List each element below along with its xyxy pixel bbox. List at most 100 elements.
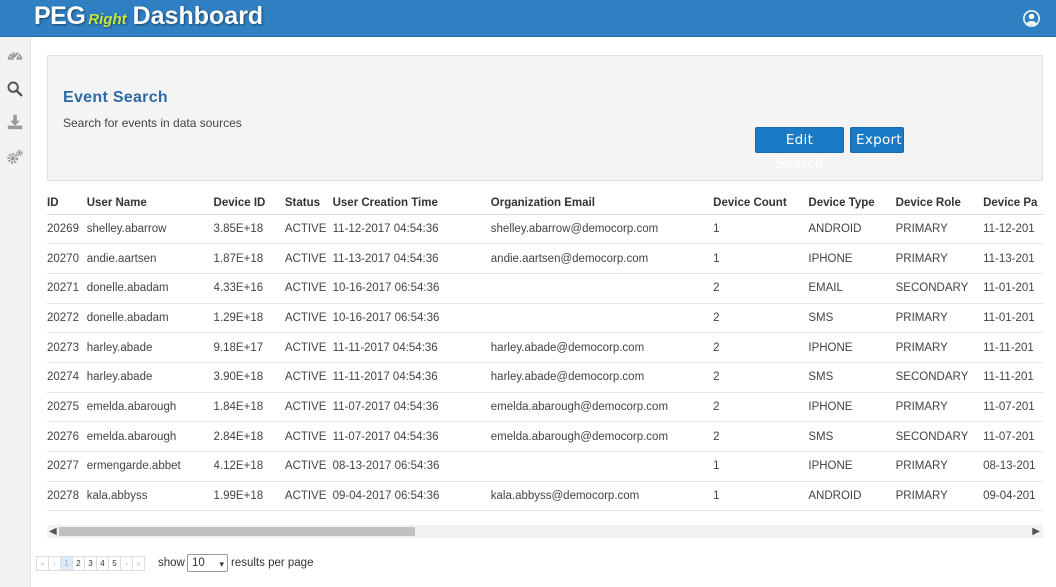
per-page-select[interactable]: 10 ▾	[187, 554, 228, 572]
table-cell: 11-13-201	[983, 243, 1043, 274]
table-row[interactable]: 20277 ermengarde.abbet 4.12E+18 ACTIVE 08-13…	[47, 451, 1043, 482]
table-cell: 11-11-2017 04:54:36	[332, 362, 491, 393]
table-cell: 1.84E+18	[213, 392, 285, 423]
table-cell: harley.abade	[86, 332, 214, 363]
column-header[interactable]: Device Role	[895, 192, 984, 215]
table-cell: ACTIVE	[284, 332, 333, 363]
table-cell: harley.abade@democorp.com	[490, 332, 714, 363]
table-cell: emelda.abarough	[86, 421, 214, 452]
table-cell: 11-07-201	[983, 421, 1043, 452]
table-cell: 11-12-201	[983, 214, 1043, 245]
column-header[interactable]: ID	[47, 192, 87, 215]
table-cell: 1.87E+18	[213, 243, 285, 274]
table-cell: PRIMARY	[895, 243, 984, 274]
table-cell: 1.99E+18	[213, 481, 285, 512]
table-cell: ANDROID	[808, 214, 896, 245]
results-per-page-label: results per page	[231, 557, 314, 569]
table-cell: 20271	[47, 273, 87, 304]
table-row[interactable]: 20273 harley.abade 9.18E+17 ACTIVE 11-11-201…	[47, 332, 1043, 363]
table-cell: ACTIVE	[284, 392, 333, 423]
table-row[interactable]: 20271 donelle.abadam 4.33E+16 ACTIVE 10-16-2…	[47, 273, 1043, 304]
horizontal-scrollbar[interactable]: ◀ ▶	[47, 525, 1043, 538]
table-cell: ACTIVE	[284, 451, 333, 482]
table-cell: 11-13-2017 04:54:36	[332, 243, 491, 274]
table-cell: 2	[713, 362, 809, 393]
table-cell: 08-13-201	[983, 451, 1043, 482]
results-table: ID User Name Device ID Status User Creat…	[47, 192, 1043, 512]
table-cell	[490, 273, 714, 304]
table-cell: 09-04-2017 06:54:36	[332, 481, 491, 512]
scrollbar-thumb[interactable]	[59, 527, 415, 536]
table-cell: PRIMARY	[895, 481, 984, 512]
download-icon[interactable]	[6, 113, 24, 131]
column-header[interactable]: Device Pa	[983, 192, 1043, 215]
scroll-right-arrow-icon[interactable]: ▶	[1032, 526, 1040, 537]
table-cell: 10-16-2017 06:54:36	[332, 303, 491, 334]
table-cell: 11-11-201	[983, 332, 1043, 363]
table-cell: IPHONE	[808, 392, 896, 423]
table-cell: 11-12-2017 04:54:36	[332, 214, 491, 245]
brand-logo[interactable]: PEG Right Dashboard	[34, 2, 263, 34]
table-cell	[490, 451, 714, 482]
table-cell: PRIMARY	[895, 214, 984, 245]
table-cell: ACTIVE	[284, 273, 333, 304]
table-cell: 1	[713, 451, 809, 482]
table-row[interactable]: 20274 harley.abade 3.90E+18 ACTIVE 11-11-201…	[47, 362, 1043, 393]
table-row[interactable]: 20270 andie.aartsen 1.87E+18 ACTIVE 11-13-20…	[47, 243, 1043, 274]
chevron-down-icon: ▾	[219, 559, 224, 569]
table-cell: 20276	[47, 421, 87, 452]
table-cell: emelda.abarough	[86, 392, 214, 423]
table-cell: 08-13-2017 06:54:36	[332, 451, 491, 482]
table-row[interactable]: 20276 emelda.abarough 2.84E+18 ACTIVE 11-07-…	[47, 421, 1043, 452]
brand-title: Dashboard	[132, 2, 264, 30]
table-cell: andie.aartsen	[86, 243, 214, 274]
table-cell: 20270	[47, 243, 87, 274]
table-cell: donelle.abadam	[86, 303, 214, 334]
table-cell: 10-16-2017 06:54:36	[332, 273, 491, 304]
edit-search-button[interactable]: Edit Search	[755, 127, 844, 172]
table-row[interactable]: 20275 emelda.abarough 1.84E+18 ACTIVE 11-07-…	[47, 392, 1043, 423]
user-circle-icon[interactable]	[1023, 10, 1040, 27]
table-cell: emelda.abarough@democorp.com	[490, 392, 714, 423]
column-header[interactable]: User Name	[86, 192, 214, 215]
column-header[interactable]: Organization Email	[490, 192, 714, 215]
table-cell: ANDROID	[808, 481, 896, 512]
table-cell: 20275	[47, 392, 87, 423]
table-cell: 20278	[47, 481, 87, 512]
table-cell: 11-01-201	[983, 303, 1043, 334]
table-row[interactable]: 20269 shelley.abarrow 3.85E+18 ACTIVE 11-12-…	[47, 214, 1043, 245]
table-cell: PRIMARY	[895, 303, 984, 334]
export-button[interactable]: Export	[850, 127, 904, 153]
last-page-button[interactable]: »	[132, 556, 145, 571]
search-icon[interactable]	[6, 80, 24, 98]
scroll-left-arrow-icon[interactable]: ◀	[49, 526, 57, 537]
table-cell: ermengarde.abbet	[86, 451, 214, 482]
column-header[interactable]: Status	[284, 192, 333, 215]
column-header[interactable]: Device Count	[713, 192, 809, 215]
table-cell: IPHONE	[808, 332, 896, 363]
table-cell: kala.abbyss@democorp.com	[490, 481, 714, 512]
column-header[interactable]: Device Type	[808, 192, 896, 215]
table-cell: 1	[713, 481, 809, 512]
table-cell: SMS	[808, 303, 896, 334]
table-cell: 1.29E+18	[213, 303, 285, 334]
dashboard-gauge-icon[interactable]	[6, 47, 24, 65]
gears-icon[interactable]	[6, 148, 24, 166]
table-row[interactable]: 20278 kala.abbyss 1.99E+18 ACTIVE 09-04-2017…	[47, 481, 1043, 512]
column-header[interactable]: User Creation Time	[332, 192, 491, 215]
table-cell: kala.abbyss	[86, 481, 214, 512]
table-cell: SMS	[808, 421, 896, 452]
column-header[interactable]: Device ID	[213, 192, 285, 215]
table-cell: harley.abade@democorp.com	[490, 362, 714, 393]
results-table-container: ID User Name Device ID Status User Creat…	[47, 192, 1043, 522]
table-cell: SECONDARY	[895, 273, 984, 304]
table-cell: harley.abade	[86, 362, 214, 393]
table-cell: 2	[713, 303, 809, 334]
table-cell: 20273	[47, 332, 87, 363]
table-row[interactable]: 20272 donelle.abadam 1.29E+18 ACTIVE 10-16-2…	[47, 303, 1043, 334]
show-label: show	[158, 557, 185, 569]
table-cell: EMAIL	[808, 273, 896, 304]
table-cell: IPHONE	[808, 243, 896, 274]
table-cell: 09-04-201	[983, 481, 1043, 512]
table-cell: 1	[713, 243, 809, 274]
